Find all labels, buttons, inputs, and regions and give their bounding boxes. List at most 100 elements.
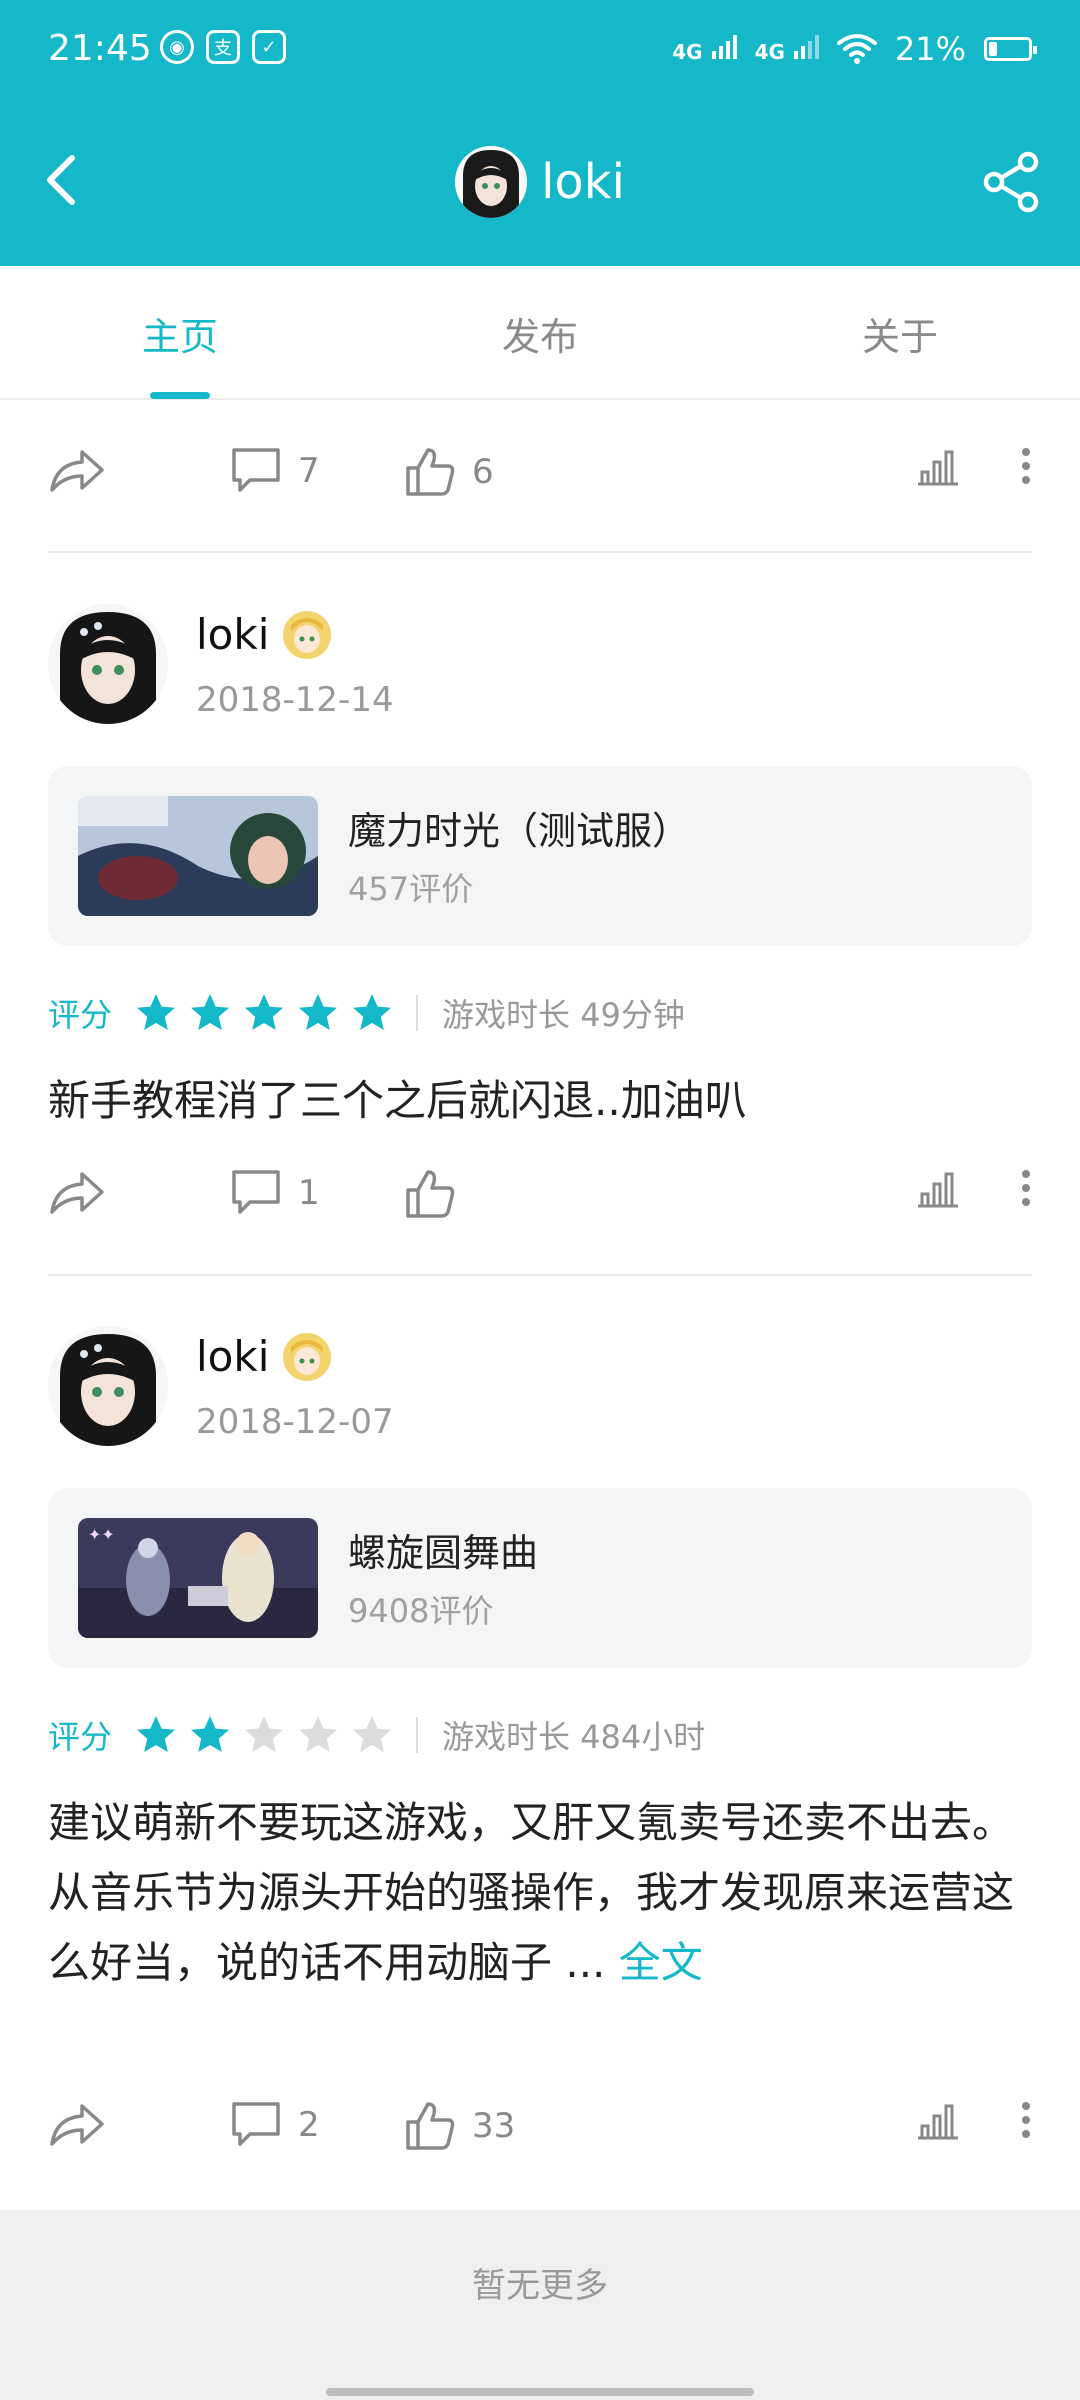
forward-icon [50, 450, 104, 492]
star-filled-icon [299, 994, 338, 1030]
game-thumbnail [78, 796, 318, 916]
post-date: 2018-12-14 [196, 680, 394, 720]
more-vertical-icon [1022, 448, 1030, 484]
tab-home[interactable]: 主页 [80, 306, 280, 361]
star-filled-icon [191, 1716, 230, 1752]
like-button[interactable]: 33 [404, 2100, 515, 2152]
star-filled-icon [191, 994, 230, 1030]
comment-count: 7 [298, 451, 320, 491]
list-footer: 暂无更多 [0, 2210, 1080, 2400]
bar-chart-icon [918, 450, 958, 486]
rating-label: 评分 [48, 996, 113, 1034]
share-icon[interactable] [980, 150, 1044, 214]
signal-icon-1: 4G [672, 34, 737, 64]
star-rating [134, 1713, 394, 1757]
star-filled-icon [353, 994, 392, 1030]
status-bar: 21:45 ◉ 支 ✓ 4G 4G 21% [0, 0, 1080, 100]
repost-button[interactable] [48, 446, 106, 496]
thumbs-up-icon [406, 448, 455, 496]
star-empty-icon [245, 1716, 284, 1752]
divider [48, 1274, 1032, 1276]
game-name: 魔力时光（测试服） [348, 809, 691, 853]
profile-tabs: 主页 发布 关于 [0, 266, 1080, 400]
read-more-link[interactable]: 全文 [619, 1938, 703, 1987]
stats-button[interactable] [916, 1168, 960, 1208]
user-name[interactable]: loki [196, 1332, 332, 1381]
post-date: 2018-12-07 [196, 1402, 394, 1442]
repost-button[interactable] [48, 1168, 106, 1218]
divider [48, 551, 1032, 553]
level-badge-icon [283, 610, 332, 659]
rating-label: 评分 [48, 1718, 113, 1756]
svg-text:✦✦: ✦✦ [88, 1525, 115, 1544]
star-rating [134, 991, 394, 1035]
bar-chart-icon [918, 2104, 958, 2140]
action-bar: 1 [48, 1168, 1032, 1238]
battery-percent: 21% [894, 30, 966, 68]
star-filled-icon [137, 994, 176, 1030]
forward-icon [50, 1172, 104, 1214]
comment-icon [232, 2102, 280, 2146]
status-time: 21:45 [48, 28, 152, 69]
avatar[interactable] [48, 604, 168, 724]
stats-button[interactable] [916, 446, 960, 486]
rating-separator [416, 1717, 419, 1753]
play-time: 游戏时长 484小时 [442, 1718, 706, 1756]
review-text-line: 建议萌新不要玩这游戏，又肝又氪卖号还卖不出去。 [48, 1798, 1015, 1847]
game-card[interactable]: ✦✦ 螺旋圆舞曲 9408评价 [48, 1488, 1032, 1668]
comment-button[interactable]: 1 [230, 1168, 320, 1218]
stats-button[interactable] [916, 2100, 960, 2140]
forward-icon [50, 2104, 104, 2146]
profile-title: loki [0, 146, 1080, 218]
review-text[interactable]: 新手教程消了三个之后就闪退..加油叭 [48, 1066, 1032, 1136]
star-filled-icon [137, 1716, 176, 1752]
network-type-2: 4G [754, 39, 785, 64]
thumbs-up-icon [406, 1170, 455, 1218]
more-button[interactable] [1020, 2100, 1032, 2140]
tab-posts[interactable]: 发布 [440, 306, 640, 361]
no-more-text: 暂无更多 [472, 2266, 608, 2306]
like-button[interactable]: 6 [404, 446, 494, 498]
home-indicator[interactable] [326, 2388, 754, 2396]
star-filled-icon [245, 994, 284, 1030]
signal-icon-2: 4G [754, 34, 819, 64]
battery-icon [984, 37, 1037, 61]
bar-chart-icon [918, 1172, 958, 1208]
network-type-1: 4G [672, 39, 703, 64]
messenger-icon: ✓ [252, 30, 286, 64]
rating-separator [416, 995, 419, 1031]
like-button[interactable] [404, 1168, 472, 1220]
comment-icon [232, 1170, 280, 1214]
tab-about[interactable]: 关于 [800, 306, 1000, 361]
weibo-icon: ◉ [160, 30, 194, 64]
active-tab-indicator [150, 392, 210, 399]
like-count: 6 [472, 452, 494, 492]
like-count: 33 [472, 2106, 516, 2146]
thumbs-up-icon [406, 2102, 455, 2150]
game-review-count: 9408评价 [348, 1592, 494, 1630]
avatar[interactable] [48, 1326, 168, 1446]
more-button[interactable] [1020, 1168, 1032, 1208]
review-text[interactable]: 建议萌新不要玩这游戏，又肝又氪卖号还卖不出去。 从音乐节为源头开始的骚操作，我才… [48, 1788, 1032, 1998]
user-name-text: loki [196, 1332, 270, 1381]
title-avatar [455, 146, 528, 218]
level-badge-icon [283, 1332, 332, 1381]
app-header: 21:45 ◉ 支 ✓ 4G 4G 21% loki [0, 0, 1080, 266]
comment-button[interactable]: 2 [230, 2100, 320, 2150]
alipay-icon: 支 [206, 30, 240, 64]
rating-row: 评分 游戏时长 49分钟 [48, 988, 685, 1038]
game-card[interactable]: 魔力时光（测试服） 457评价 [48, 766, 1032, 946]
game-thumbnail: ✦✦ [78, 1518, 318, 1638]
comment-button[interactable]: 7 [230, 446, 320, 496]
star-empty-icon [299, 1716, 338, 1752]
action-bar: 7 6 [48, 446, 1032, 516]
comment-count: 2 [298, 2105, 320, 2145]
more-button[interactable] [1020, 446, 1032, 486]
play-time: 游戏时长 49分钟 [442, 996, 685, 1034]
user-name[interactable]: loki [196, 610, 332, 659]
comment-icon [232, 448, 280, 492]
repost-button[interactable] [48, 2100, 106, 2150]
wifi-icon [836, 34, 877, 64]
star-empty-icon [353, 1716, 392, 1752]
action-bar: 2 33 [48, 2100, 1032, 2170]
